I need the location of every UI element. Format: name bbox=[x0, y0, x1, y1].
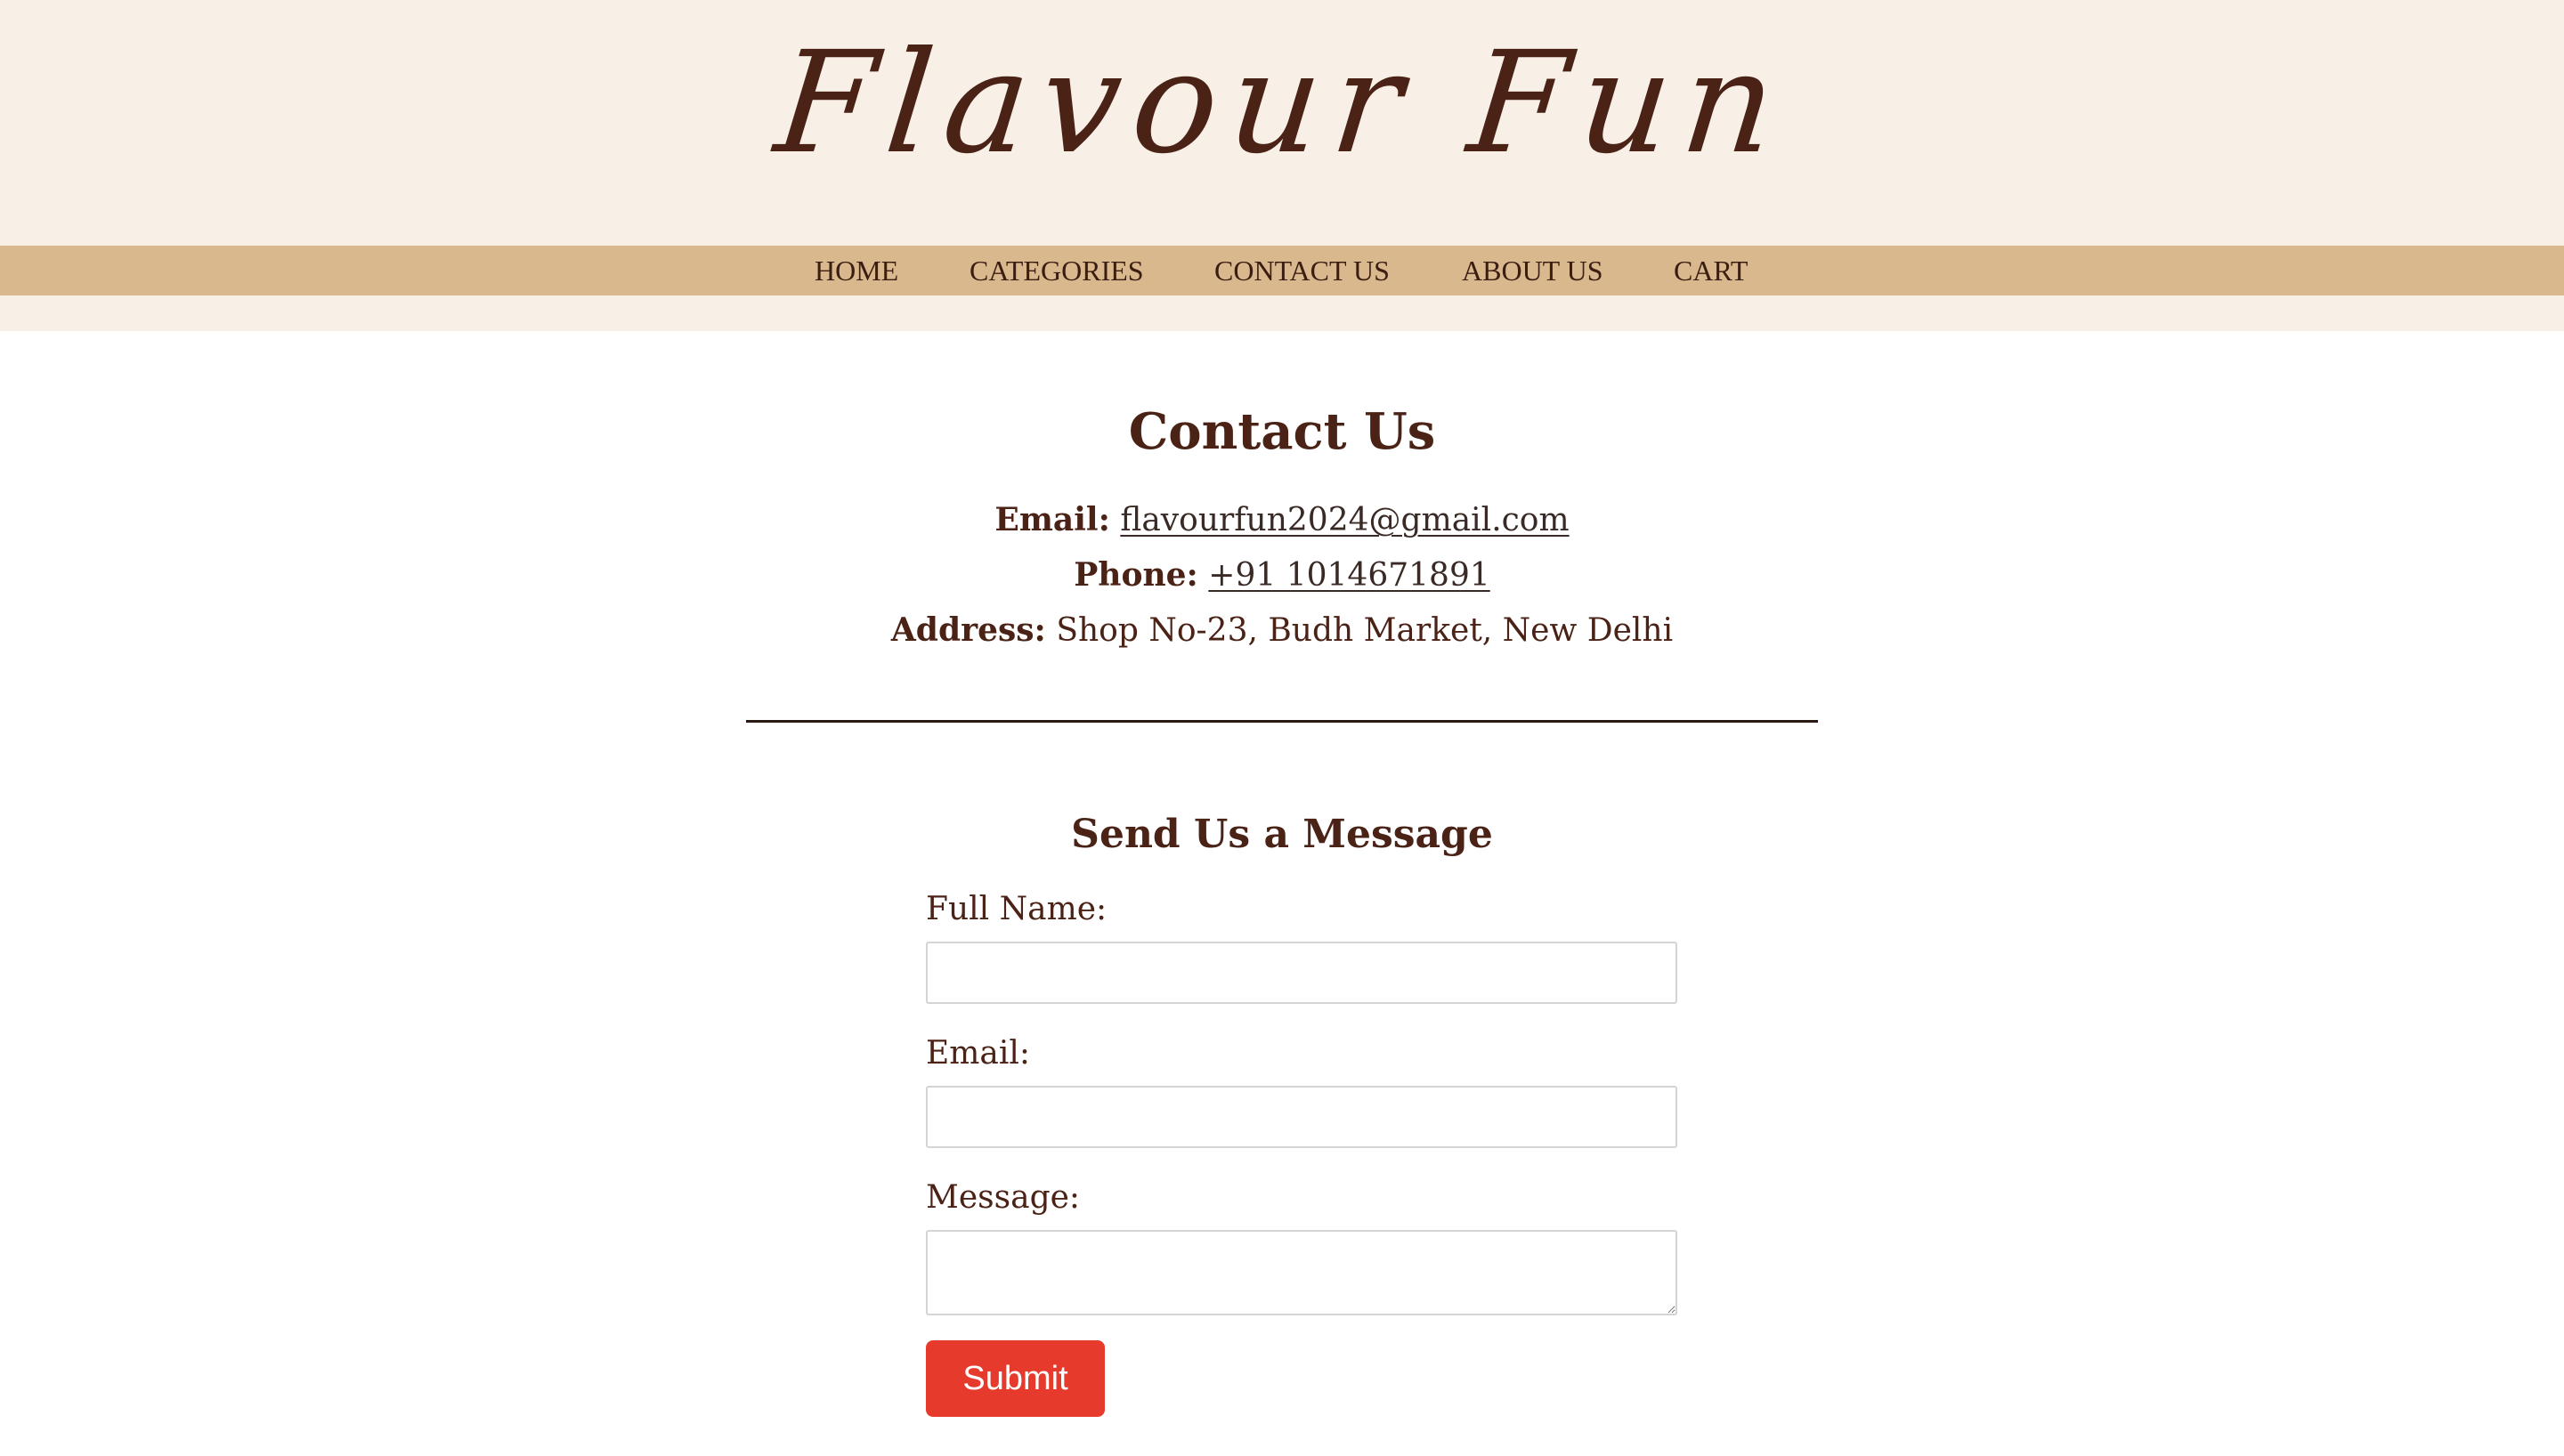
email-label: Email: bbox=[994, 501, 1110, 538]
page-title: Contact Us bbox=[1128, 402, 1436, 461]
address-label: Address: bbox=[890, 611, 1046, 649]
phone-link[interactable]: +91 1014671891 bbox=[1208, 557, 1489, 594]
message-textarea[interactable] bbox=[926, 1230, 1677, 1315]
contact-email-line: Email: flavourfun2024@gmail.com bbox=[0, 497, 2564, 544]
nav-item-home[interactable]: HOME bbox=[815, 246, 898, 295]
nav-item-about-us[interactable]: ABOUT US bbox=[1462, 246, 1603, 295]
site-logo[interactable]: Flavour Fun bbox=[0, 5, 2564, 201]
main-nav: HOME CATEGORIES CONTACT US ABOUT US CART bbox=[0, 246, 2564, 295]
nav-item-contact-us[interactable]: CONTACT US bbox=[1214, 246, 1390, 295]
address-value: Shop No-23, Budh Market, New Delhi bbox=[1056, 612, 1674, 649]
email-field-label: Email: bbox=[926, 1035, 1031, 1072]
email-link[interactable]: flavourfun2024@gmail.com bbox=[1120, 502, 1569, 538]
message-label: Message: bbox=[926, 1179, 1081, 1216]
phone-label: Phone: bbox=[1074, 556, 1198, 594]
nav-item-cart[interactable]: CART bbox=[1674, 246, 1748, 295]
section-divider bbox=[746, 720, 1818, 723]
nav-item-categories[interactable]: CATEGORIES bbox=[970, 246, 1144, 295]
contact-address-line: Address: Shop No-23, Budh Market, New De… bbox=[0, 607, 2564, 654]
full-name-input[interactable] bbox=[926, 942, 1677, 1004]
contact-phone-line: Phone: +91 1014671891 bbox=[0, 552, 2564, 599]
email-input[interactable] bbox=[926, 1086, 1677, 1148]
form-title: Send Us a Message bbox=[1071, 812, 1493, 857]
site-header: Flavour Fun HOME CATEGORIES CONTACT US A… bbox=[0, 0, 2564, 331]
submit-button[interactable]: Submit bbox=[926, 1340, 1105, 1417]
full-name-label: Full Name: bbox=[926, 891, 1108, 927]
